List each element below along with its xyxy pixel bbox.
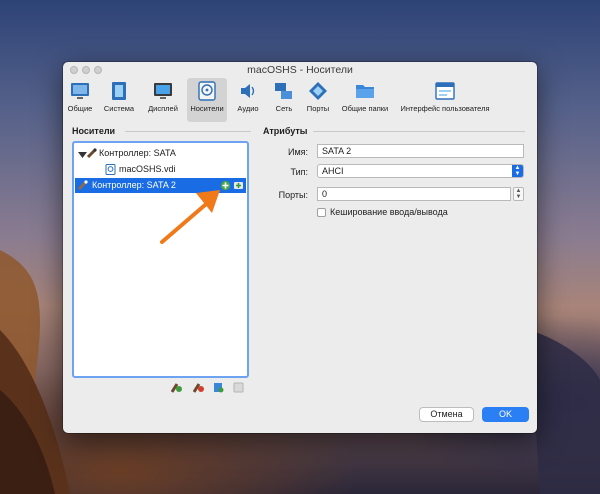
annotation-arrow-icon: [160, 190, 220, 244]
